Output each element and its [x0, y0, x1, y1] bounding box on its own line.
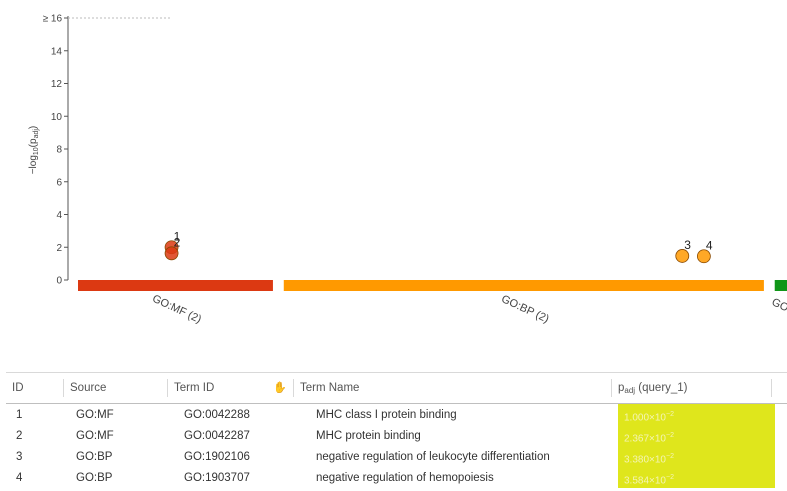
- y-axis: 0 2 4 6 8 10 12 14 ≥ 16: [43, 14, 172, 287]
- p-mantissa: 2.367: [624, 433, 650, 445]
- p-mantissa: 3.584: [624, 475, 650, 487]
- cell-term-id[interactable]: GO:1902106: [168, 451, 294, 463]
- y-tick-label: 4: [56, 210, 62, 221]
- cell-source: GO:BP: [76, 471, 113, 484]
- table-header: ID Source Term ID ✋ Term Name padj (quer…: [6, 372, 787, 404]
- data-point-label: 2: [174, 235, 181, 249]
- source-label: GO:BP (2): [499, 293, 550, 325]
- y-tick-label: ≥ 16: [43, 14, 63, 25]
- cell-term-name: negative regulation of leukocyte differe…: [316, 450, 550, 463]
- source-bar: [283, 280, 764, 291]
- y-tick-label: 0: [56, 276, 62, 287]
- data-point-label: 3: [684, 238, 691, 252]
- p-exponent: −2: [666, 453, 674, 460]
- header-p-query: (query_1): [638, 382, 688, 394]
- header-source[interactable]: Source: [64, 379, 168, 397]
- source-bars: [78, 280, 787, 291]
- p-times: ×10: [649, 433, 666, 445]
- table-row[interactable]: 2 GO:MF GO:0042287 MHC protein binding 2.367…: [6, 425, 787, 446]
- table-row[interactable]: 4 GO:BP GO:1903707 negative regulation of h…: [6, 467, 787, 488]
- data-points: 12 3 4: [164, 229, 713, 264]
- source-bar: [774, 280, 787, 291]
- header-term-id-label: Term ID: [174, 382, 215, 394]
- p-exponent: −2: [666, 474, 674, 481]
- cell-id: 3: [16, 450, 23, 463]
- cell-term-name: MHC class I protein binding: [316, 408, 457, 421]
- y-tick-label: 8: [56, 145, 62, 156]
- header-p-sub: adj: [624, 386, 636, 395]
- cell-p-adj: 2.367×10−2: [618, 425, 775, 446]
- cell-p-adj: 3.380×10−2: [618, 446, 775, 467]
- source-label: GO:MF (2): [150, 293, 203, 326]
- y-tick-label: 14: [51, 46, 63, 57]
- cell-term-name: MHC protein binding: [316, 429, 421, 442]
- results-table: ID Source Term ID ✋ Term Name padj (quer…: [6, 372, 787, 488]
- cell-term-name: negative regulation of hemopoiesis: [316, 471, 494, 484]
- cell-term-id[interactable]: GO:0042288: [168, 409, 294, 421]
- cell-id: 1: [16, 408, 23, 421]
- header-term-id[interactable]: Term ID ✋: [168, 379, 294, 397]
- y-axis-title-text: −log10(padj): [28, 126, 40, 175]
- p-times: ×10: [649, 412, 666, 424]
- cell-term-id[interactable]: GO:1903707: [168, 472, 294, 484]
- p-mantissa: 1.000: [624, 412, 650, 424]
- p-exponent: −2: [666, 432, 674, 439]
- p-times: ×10: [649, 475, 666, 487]
- y-axis-title-part: 10: [33, 147, 40, 155]
- y-axis-title-part: adj: [33, 129, 40, 139]
- table-row[interactable]: 1 GO:MF GO:0042288 MHC class I protein bind…: [6, 404, 787, 425]
- y-tick-label: 2: [56, 243, 62, 254]
- y-tick-label: 6: [56, 177, 62, 188]
- cell-term-id[interactable]: GO:0042287: [168, 430, 294, 442]
- y-tick-label: 10: [51, 112, 63, 123]
- y-axis-title: −log10(padj): [28, 126, 40, 175]
- y-axis-title-part: −log: [28, 155, 39, 174]
- manhattan-plot: 02468101214≥ 16 −log10(padj) GO:MF (2) GO…: [28, 14, 787, 326]
- cell-source: GO:MF: [76, 429, 114, 442]
- header-id[interactable]: ID: [6, 379, 64, 397]
- p-exponent: −2: [666, 411, 674, 418]
- table-body: 1 GO:MF GO:0042288 MHC class I protein bind…: [6, 404, 787, 488]
- cell-id: 4: [16, 471, 23, 484]
- header-p-adj[interactable]: padj (query_1): [612, 379, 772, 397]
- y-tick-label: 12: [51, 79, 63, 90]
- cell-p-adj: 3.584×10−2: [618, 467, 775, 488]
- drag-handle-icon[interactable]: ✋: [273, 379, 287, 397]
- cell-source: GO:MF: [76, 408, 114, 421]
- y-axis-title-part: ): [28, 126, 39, 129]
- p-mantissa: 3.380: [624, 454, 650, 466]
- p-times: ×10: [649, 454, 666, 466]
- data-point-label: 4: [706, 238, 713, 252]
- header-term-name[interactable]: Term Name: [294, 379, 612, 397]
- source-label: GO:CC: [770, 296, 787, 322]
- source-labels: GO:MF (2) GO:BP (2) GO:CC: [150, 293, 787, 326]
- source-bar: [78, 280, 273, 291]
- cell-p-adj: 1.000×10−2: [618, 404, 775, 425]
- cell-source: GO:BP: [76, 450, 113, 463]
- table-row[interactable]: 3 GO:BP GO:1902106 negative regulation of l…: [6, 446, 787, 467]
- cell-id: 2: [16, 429, 23, 442]
